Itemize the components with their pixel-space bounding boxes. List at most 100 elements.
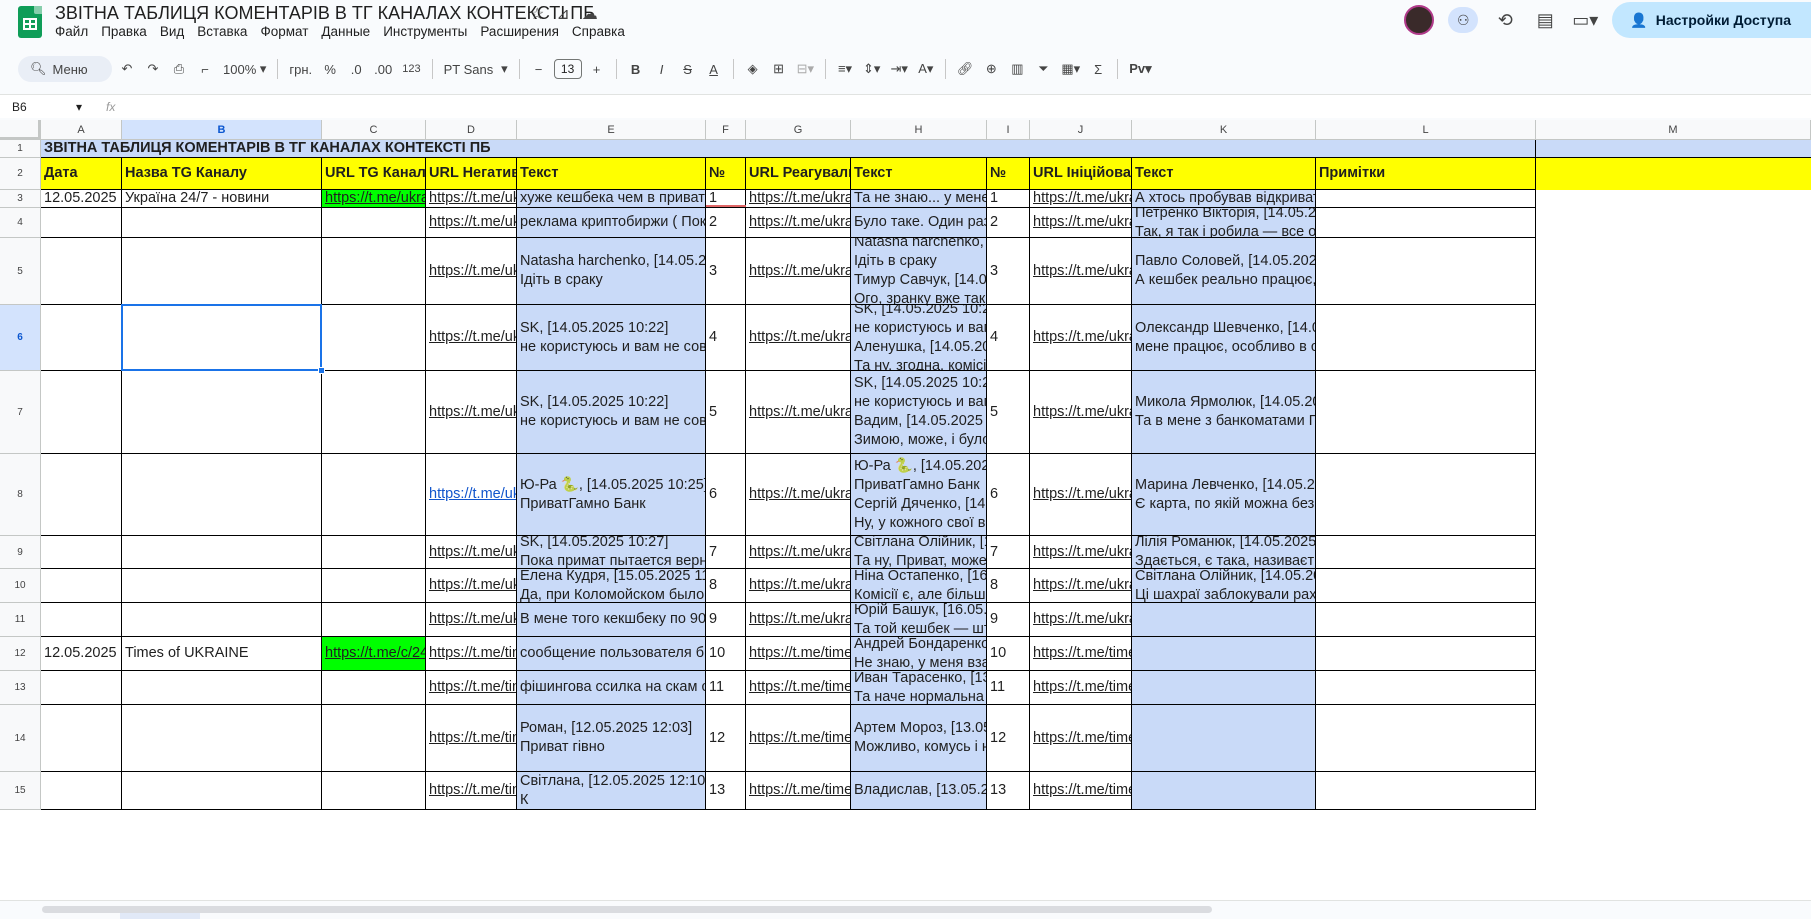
row-header[interactable]: 5 [0,238,41,305]
horizontal-scrollbar[interactable] [0,900,1811,919]
filter-icon[interactable]: ⏷ [1032,56,1054,82]
fill-handle[interactable] [318,367,325,374]
column-title-cell[interactable]: URL Негативного [426,158,517,190]
increase-decimal-button[interactable]: .00 [371,56,395,82]
menu-item[interactable]: Инструменты [383,24,467,39]
collaborator-chip-icon[interactable]: ⚇ [1448,7,1479,33]
table-cell[interactable]: Петренко Вікторія, [14.05.2025 Так, я так… [1132,208,1316,238]
row-header[interactable]: 11 [0,603,41,637]
table-cell[interactable] [1316,454,1536,536]
table-cell[interactable] [1536,305,1811,371]
table-cell[interactable] [322,671,426,705]
vertical-align-icon[interactable]: ⇕▾ [860,56,883,82]
table-cell[interactable]: 9 [706,603,746,637]
table-cell[interactable]: Андрей Бондаренко, [1 Не знаю, у меня вза… [851,637,987,671]
table-cell[interactable]: https://t.me/times [746,637,851,671]
table-cell[interactable]: 1 [706,190,746,208]
text-rotation-icon[interactable]: A▾ [915,56,937,82]
column-title-cell[interactable]: Назва TG Каналу [122,158,322,190]
table-cell[interactable]: Світлана Олійник, [14.05.2025 Ці шахраї з… [1132,569,1316,603]
table-cell[interactable] [1316,305,1536,371]
table-cell[interactable] [1316,671,1536,705]
table-cell[interactable]: сообщение пользователя было [517,637,706,671]
table-cell[interactable]: https://t.me/uk [426,371,517,454]
table-cell[interactable]: https://t.me/ukrai [746,371,851,454]
table-cell[interactable] [322,371,426,454]
table-cell[interactable]: 4 [987,305,1030,371]
menu-item[interactable]: Данные [321,24,370,39]
table-cell[interactable]: https://t.me/ukraine [322,190,426,208]
row-header[interactable]: 14 [0,705,41,772]
borders-icon[interactable]: ⊞ [768,56,790,82]
table-cell[interactable]: 12 [987,705,1030,772]
table-cell[interactable]: SK, [14.05.2025 10:22] не користуюсь и ва… [851,305,987,371]
table-cell[interactable] [1536,371,1811,454]
table-cell[interactable] [1536,772,1811,810]
table-cell[interactable]: Артем Мороз, [13.05.20 Можливо, комусь і … [851,705,987,772]
table-cell[interactable] [41,208,122,238]
table-cell[interactable]: 1 [987,190,1030,208]
table-cell[interactable] [122,238,322,305]
menu-item[interactable]: Вид [160,24,184,39]
bold-button[interactable]: B [625,56,647,82]
column-header[interactable]: J [1030,120,1132,140]
font-size-input[interactable]: 13 [553,59,582,79]
table-cell[interactable]: Та не знаю... у мене нара [851,190,987,208]
table-cell[interactable] [122,208,322,238]
table-cell[interactable] [41,705,122,772]
table-cell[interactable] [322,569,426,603]
table-cell[interactable]: Лілія Романюк, [14.05.2025 17 Здається, є… [1132,536,1316,569]
table-cell[interactable] [1132,772,1316,810]
table-cell[interactable]: https://t.me/ukrai [746,536,851,569]
menu-item[interactable]: Файл [55,24,88,39]
table-cell[interactable]: Було таке. Один раз да [851,208,987,238]
table-cell[interactable] [122,371,322,454]
table-cell[interactable]: 5 [987,371,1030,454]
table-cell[interactable]: https://t.me/ukrai [746,305,851,371]
menu-search[interactable]: 🔍︎ Меню [18,56,112,82]
table-cell[interactable] [122,705,322,772]
table-cell[interactable]: https://t.me/uk [426,454,517,536]
table-cell[interactable]: Иван Тарасенко, [13.05 Та наче нормальна … [851,671,987,705]
table-cell[interactable]: https://t.me/uk [426,305,517,371]
select-all-corner[interactable] [0,120,41,140]
table-cell[interactable]: Марина Левченко, [14.05.2025 Є карта, по … [1132,454,1316,536]
sheets-logo-icon[interactable] [18,6,42,38]
currency-format-button[interactable]: грн. [286,56,315,82]
table-cell[interactable]: https://t.me/time [1030,637,1132,671]
table-cell[interactable] [1316,190,1536,208]
strikethrough-button[interactable]: S [677,56,699,82]
history-icon[interactable]: ⟲ [1492,7,1518,33]
column-title-cell[interactable]: Текст [517,158,706,190]
redo-icon[interactable]: ↷ [142,56,164,82]
table-cell[interactable]: 8 [987,569,1030,603]
table-cell[interactable]: SK, [14.05.2025 10:22] не користуюсь и ва… [517,371,706,454]
meet-icon[interactable]: ▭▾ [1572,7,1598,33]
table-cell[interactable]: Natasha harchenko, [14.05.2025 Ідіть в ср… [517,238,706,305]
table-cell[interactable]: https://t.me/ukra [1030,536,1132,569]
table-cell[interactable] [41,603,122,637]
table-cell[interactable] [322,603,426,637]
table-cell[interactable]: Ніна Остапенко, [16.05 Комісії є, але біл… [851,569,987,603]
table-cell[interactable]: https://t.me/uk [426,208,517,238]
row-header[interactable]: 13 [0,671,41,705]
insert-comment-icon[interactable]: ⊕ [980,56,1002,82]
table-cell[interactable]: 12.05.2025 [41,190,122,208]
table-cell[interactable]: https://t.me/tin [426,772,517,810]
table-cell[interactable]: Natasha harchenko, [14 Ідіть в сраку Тимур… [851,238,987,305]
column-title-cell[interactable]: URL Ініційованого [1030,158,1132,190]
spreadsheet-grid[interactable]: A B C D E F G H I J K L M 1 2 3 4 5 6 7 8 9 10 11 12 13 14 15 ЗВІТНА… [0,120,1811,900]
menu-item[interactable]: Вставка [197,24,247,39]
column-title-cell[interactable]: Дата [41,158,122,190]
table-cell[interactable]: 3 [987,238,1030,305]
table-cell[interactable] [41,671,122,705]
decrease-decimal-button[interactable]: .0 [345,56,367,82]
table-cell[interactable]: Світлана Олійник, [14.0 Та ну, Приват, мо… [851,536,987,569]
table-cell[interactable] [322,536,426,569]
percent-format-button[interactable]: % [319,56,341,82]
table-cell[interactable] [41,569,122,603]
table-cell[interactable]: Ю-Ра 🐍, [14.05.2025 10:25] ПриватГамно Ба… [517,454,706,536]
table-cell[interactable]: Світлана, [12.05.2025 12:10] К [517,772,706,810]
table-cell[interactable] [1316,569,1536,603]
table-cell[interactable]: https://t.me/uk [426,569,517,603]
